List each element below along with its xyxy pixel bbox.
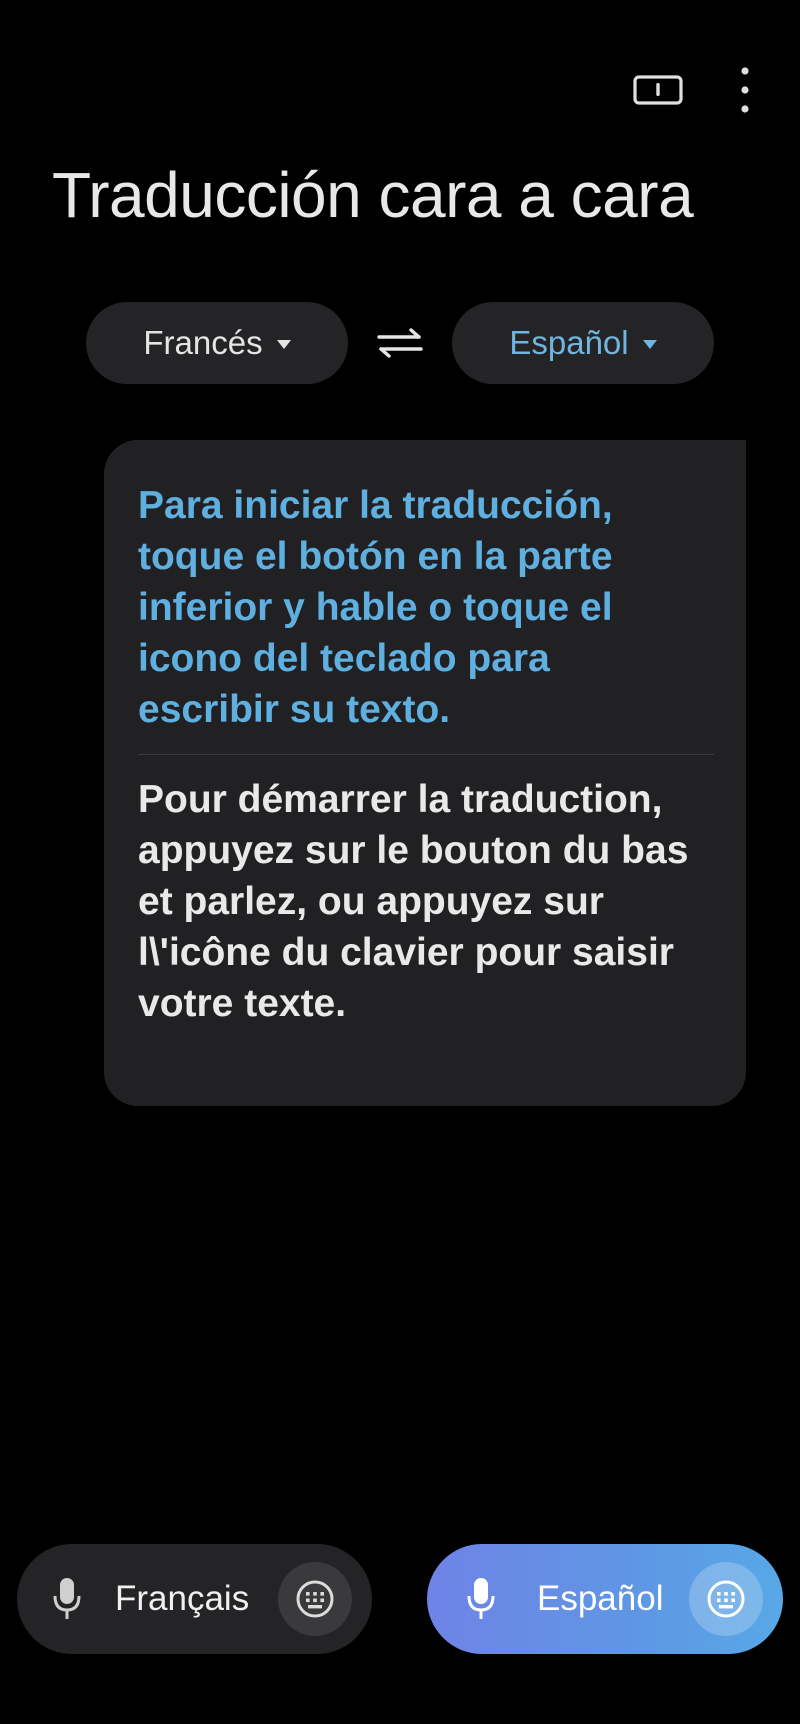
more-vert-icon	[741, 67, 749, 113]
language-selector-row: Francés Español	[86, 302, 714, 384]
top-actions	[626, 62, 760, 118]
microphone-icon	[49, 1575, 85, 1623]
source-language-label: Francés	[143, 324, 263, 361]
instruction-text-spanish: Para iniciar la traducción, toque el bot…	[138, 484, 613, 731]
speak-french-label: Français	[115, 1579, 250, 1618]
swap-arrows-icon	[377, 328, 423, 358]
card-divider	[138, 754, 714, 755]
more-options-button[interactable]	[730, 62, 760, 118]
speak-spanish-button[interactable]: Español	[427, 1544, 783, 1654]
source-language-dropdown[interactable]: Francés	[86, 302, 348, 384]
swap-languages-button[interactable]	[364, 307, 436, 379]
french-keyboard-button[interactable]	[278, 1562, 352, 1636]
speak-spanish-label: Español	[537, 1579, 664, 1618]
conversation-mode-button[interactable]	[626, 62, 690, 118]
dropdown-caret-icon	[276, 340, 291, 349]
speak-french-button[interactable]: Français	[17, 1544, 372, 1654]
instruction-text-french: Pour démarrer la traduction, appuyez sur…	[138, 778, 689, 1025]
bottom-input-bar: Français Español	[17, 1544, 783, 1654]
keyboard-icon	[296, 1580, 334, 1618]
spanish-keyboard-button[interactable]	[689, 1562, 763, 1636]
dropdown-caret-icon	[642, 340, 657, 349]
target-language-label: Español	[509, 324, 629, 361]
instruction-card: Para iniciar la traducción, toque el bot…	[104, 440, 746, 1106]
conversation-mode-icon	[633, 75, 683, 105]
microphone-icon	[463, 1575, 499, 1623]
keyboard-icon	[707, 1580, 745, 1618]
target-language-dropdown[interactable]: Español	[452, 302, 714, 384]
page-title: Traducción cara a cara	[52, 159, 694, 231]
